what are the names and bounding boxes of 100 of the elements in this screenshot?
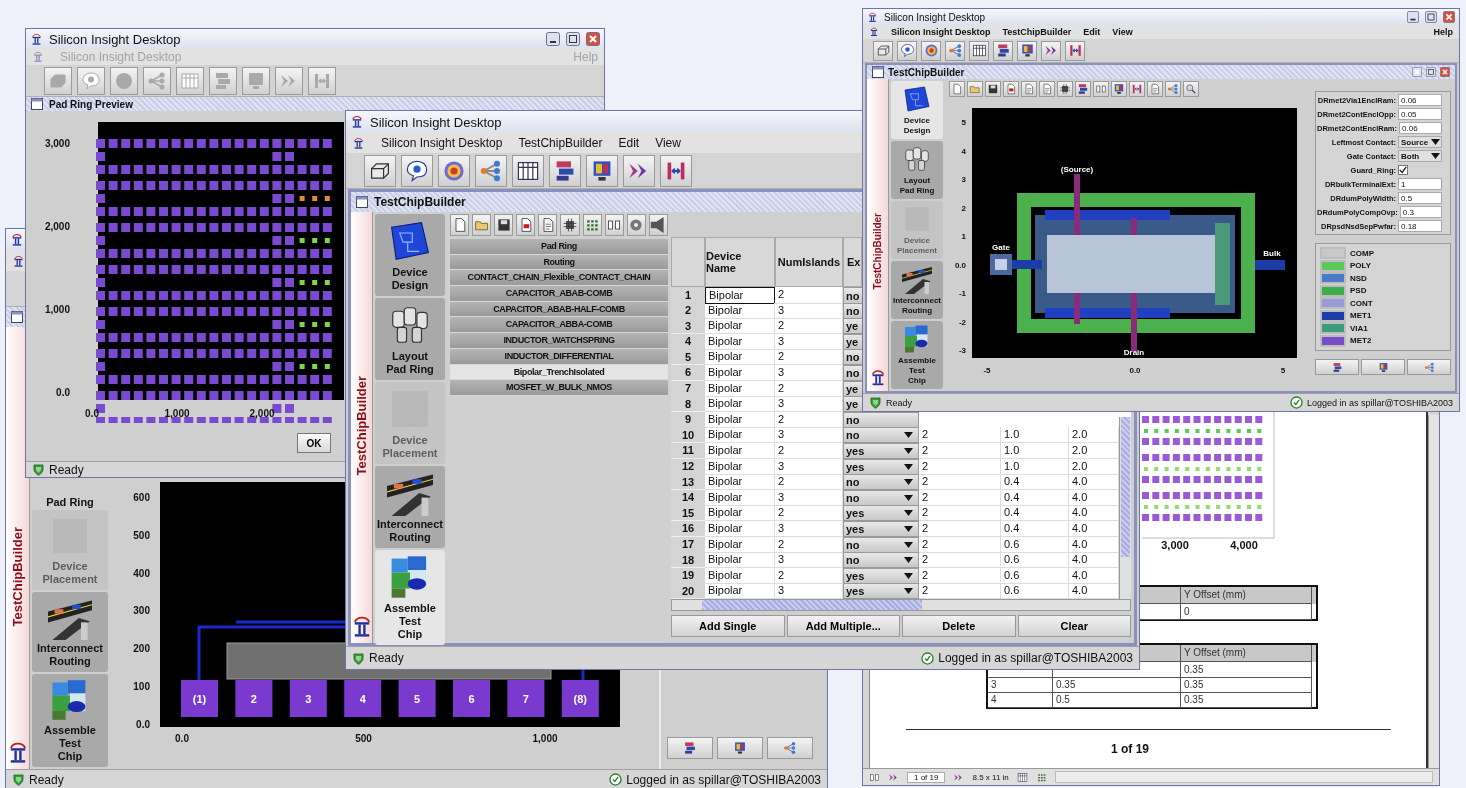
scrollbar[interactable] <box>671 599 1131 611</box>
minimize-button[interactable] <box>1407 11 1419 23</box>
toolbar-button[interactable] <box>586 154 618 187</box>
list-item[interactable]: CONTACT_CHAIN_Flexible_CONTACT_CHAIN <box>450 270 668 287</box>
toolbar-button[interactable] <box>549 154 581 187</box>
toolbar-button[interactable] <box>516 214 536 236</box>
text-field[interactable]: 0.05 <box>1398 108 1442 120</box>
nav-item[interactable]: Interconnect Routing <box>32 592 108 672</box>
toolbar-button[interactable] <box>623 154 655 187</box>
toolbar-button[interactable] <box>450 214 470 236</box>
nav-item[interactable]: Device Design <box>891 81 943 139</box>
scrollbar[interactable] <box>1054 771 1433 783</box>
toolbar-button[interactable] <box>985 81 1001 97</box>
action-button[interactable]: Clear <box>1017 615 1131 637</box>
axis-label: 3 <box>961 175 966 184</box>
toolbar-button[interactable] <box>1017 40 1037 61</box>
nav-item[interactable]: Assemble Test Chip <box>375 550 445 645</box>
nav-item[interactable]: Interconnect Routing <box>375 466 445 548</box>
text-field[interactable]: 0.18 <box>1398 220 1442 232</box>
dropdown[interactable]: yes <box>843 583 919 600</box>
dropdown[interactable]: no <box>843 427 919 444</box>
toolbar-button[interactable] <box>648 214 668 236</box>
check-icon <box>1289 396 1303 409</box>
toolbar-button[interactable] <box>969 40 989 61</box>
blocks-icon <box>1077 83 1089 95</box>
text-field[interactable]: 0.3 <box>1399 206 1442 218</box>
toolbar-button[interactable] <box>1065 40 1085 61</box>
scrollbar[interactable] <box>1119 417 1131 599</box>
menu-item[interactable]: View <box>655 136 681 150</box>
icon-button[interactable] <box>767 737 813 759</box>
icon-button[interactable] <box>667 737 713 759</box>
list-item[interactable]: INDUCTOR_WATCHSPRING <box>450 333 668 349</box>
window-icon <box>356 196 368 208</box>
nav-item[interactable]: Device Design <box>375 214 445 296</box>
restore-button[interactable] <box>1412 67 1422 77</box>
toolbar-button[interactable] <box>494 214 514 236</box>
toolbar-button[interactable] <box>660 154 692 187</box>
toolbar-button[interactable] <box>1129 81 1145 97</box>
toolbar-button[interactable] <box>512 154 544 187</box>
nav-item[interactable]: Layout Pad Ring <box>375 298 445 380</box>
toolbar-button[interactable] <box>1057 81 1073 97</box>
close-button[interactable] <box>1440 67 1450 77</box>
dropdown[interactable]: Source <box>1398 136 1442 148</box>
checkbox[interactable] <box>1398 165 1408 175</box>
maximize-button[interactable] <box>566 32 580 46</box>
text-field[interactable]: 0.5 <box>1398 192 1442 204</box>
action-button[interactable]: Add Multiple... <box>786 615 900 637</box>
action-button[interactable]: Add Single <box>671 615 785 637</box>
axis-label: -3 <box>958 346 966 355</box>
action-button[interactable]: Delete <box>902 615 1016 637</box>
scrollbar[interactable] <box>1428 415 1439 768</box>
list-item[interactable]: MOSFET_W_BULK_NMOS <box>450 380 668 396</box>
menu-item[interactable]: Silicon Insight Desktop <box>891 27 991 37</box>
toolbar-button[interactable] <box>401 154 433 187</box>
nav-item[interactable]: Assemble Test Chip <box>891 321 943 389</box>
maximize-button[interactable] <box>1426 67 1436 77</box>
column-header[interactable]: NumIslands <box>775 237 843 287</box>
pad-block: 2 <box>235 680 273 717</box>
toolbar-button[interactable] <box>604 214 624 236</box>
list-item[interactable]: CAPACITOR_ABAB-COMB <box>450 286 668 302</box>
menu-item[interactable]: Silicon Insight Desktop <box>381 136 503 150</box>
toolbar-button[interactable] <box>364 154 396 187</box>
column-header[interactable]: Ex <box>843 237 862 287</box>
text-field[interactable]: 1 <box>1398 178 1442 190</box>
menu-item[interactable]: Edit <box>618 136 640 150</box>
toolbar-button[interactable] <box>560 214 580 236</box>
menu-item[interactable]: Edit <box>1083 27 1101 37</box>
icon-button[interactable] <box>1361 359 1405 375</box>
toolbar-button[interactable] <box>897 40 917 61</box>
icon-button[interactable] <box>1315 359 1359 375</box>
list-item[interactable]: Pad Ring <box>450 239 668 255</box>
menu-item[interactable]: TestChipBuilder <box>1002 27 1072 37</box>
axis-label: 2 <box>961 203 966 213</box>
list-item[interactable]: CAPACITOR_ABBA-COMB <box>450 317 668 334</box>
close-button[interactable] <box>586 32 600 46</box>
toolbar-button[interactable] <box>1075 81 1091 97</box>
toolbar-button[interactable] <box>538 214 558 236</box>
table-cell: 0.4 <box>1001 474 1069 491</box>
dropdown[interactable]: Both <box>1398 150 1442 162</box>
text-field[interactable]: 0.06 <box>1399 122 1442 134</box>
dropdown[interactable]: no <box>843 552 919 569</box>
icon-button[interactable] <box>717 737 763 759</box>
dropdown[interactable]: no <box>843 474 919 491</box>
minimize-button[interactable] <box>546 32 560 46</box>
column-header[interactable]: Device Name <box>705 237 775 287</box>
toolbar-button[interactable] <box>1003 81 1019 97</box>
menu-item[interactable]: View <box>1112 27 1133 37</box>
menu-item[interactable]: Help <box>1433 27 1453 37</box>
toolbar-button[interactable] <box>1111 81 1127 97</box>
page-field[interactable]: 1 of 19 <box>907 771 946 783</box>
nav-item[interactable]: Layout Pad Ring <box>891 141 943 199</box>
text-field[interactable]: 0.06 <box>1398 94 1442 106</box>
close-button[interactable] <box>1443 11 1455 23</box>
ok-button[interactable]: OK <box>297 433 331 453</box>
toolbar-button[interactable] <box>993 40 1013 61</box>
dropdown[interactable]: yes <box>843 505 919 522</box>
toolbar-button[interactable] <box>1041 40 1061 61</box>
nav-item[interactable]: Assemble Test Chip <box>32 674 108 767</box>
menu-item[interactable]: TestChipBuilder <box>518 136 603 150</box>
nav-item[interactable]: Interconnect Routing <box>891 261 943 319</box>
